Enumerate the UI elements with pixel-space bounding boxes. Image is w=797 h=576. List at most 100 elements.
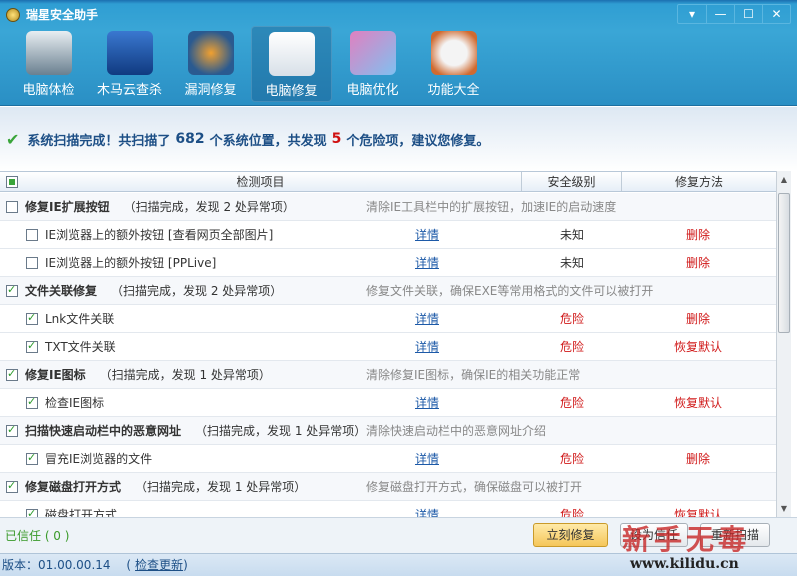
detail-link[interactable]: 详情 xyxy=(400,338,454,355)
disc-box-icon xyxy=(430,31,477,75)
app-logo-icon xyxy=(6,7,20,22)
tool-label: 电脑优化 xyxy=(346,83,399,98)
security-level: 未知 xyxy=(559,228,584,242)
tool-label: 功能大全 xyxy=(427,83,480,98)
row-checkbox[interactable] xyxy=(26,451,38,465)
shield-horse-icon xyxy=(106,31,153,75)
group-name: 修复IE图标 xyxy=(25,368,86,382)
tool-label: 漏洞修复 xyxy=(184,83,237,98)
tool-shield-horse[interactable]: 木马云查杀 xyxy=(89,26,170,102)
header: 瑞星安全助手 ▾ — ☐ ✕ 电脑体检 木马云查杀 漏洞修复 电脑修复 电脑优化 功能大全 xyxy=(0,0,797,106)
header-fix: 修复方法 xyxy=(674,175,723,189)
scroll-thumb[interactable] xyxy=(778,193,790,333)
group-desc: 清除IE工具栏中的扩展按钮，加速IE的启动速度 xyxy=(366,200,617,214)
item-name: 磁盘打开方式 xyxy=(45,508,118,517)
results-list: 修复IE扩展按钮 （扫描完成，发现 2 处异常项） 清除IE工具栏中的扩展按钮，加速… xyxy=(0,193,776,517)
monitor-wand-icon xyxy=(349,31,396,75)
fix-method: 删除 xyxy=(685,452,710,466)
group-row: 修复IE扩展按钮 （扫描完成，发现 2 处异常项） 清除IE工具栏中的扩展按钮，加速… xyxy=(0,193,776,221)
group-status: （扫描完成，发现 2 处异常项） xyxy=(111,284,283,298)
detail-link[interactable]: 详情 xyxy=(400,394,454,411)
item-name: Lnk文件关联 xyxy=(45,312,115,326)
group-desc: 清除快速启动栏中的恶意网址介绍 xyxy=(366,424,547,438)
security-level: 未知 xyxy=(559,256,584,270)
app-title: 瑞星安全助手 xyxy=(6,6,98,23)
security-level: 危险 xyxy=(559,508,584,517)
fix-method: 恢复默认 xyxy=(673,396,722,410)
group-status: （扫描完成，发现 2 处异常项） xyxy=(123,200,295,214)
select-all-checkbox[interactable] xyxy=(6,176,18,188)
tool-monitor-pulse[interactable]: 电脑体检 xyxy=(8,26,89,102)
detail-link[interactable]: 详情 xyxy=(400,506,454,517)
checklist-icon xyxy=(268,32,315,76)
item-name: IE浏览器上的额外按钮 [查看网页全部图片] xyxy=(45,228,274,242)
header-item: 检测项目 xyxy=(0,172,522,191)
item-row: IE浏览器上的额外按钮 [PPLive] 详情 未知 删除 xyxy=(0,249,776,277)
tool-monitor-wand[interactable]: 电脑优化 xyxy=(332,26,413,102)
row-checkbox[interactable] xyxy=(26,228,38,241)
scroll-down-icon[interactable]: ▼ xyxy=(777,504,791,513)
item-name: IE浏览器上的额外按钮 [PPLive] xyxy=(45,256,217,270)
group-row: 修复磁盘打开方式 （扫描完成，发现 1 处异常项） 修复磁盘打开方式，确保磁盘可以被… xyxy=(0,473,776,501)
group-name: 修复IE扩展按钮 xyxy=(25,200,110,214)
detail-link[interactable]: 详情 xyxy=(400,450,454,467)
fix-method: 恢复默认 xyxy=(673,340,722,354)
tool-checklist[interactable]: 电脑修复 xyxy=(251,26,332,102)
group-name: 修复磁盘打开方式 xyxy=(25,480,122,494)
row-checkbox[interactable] xyxy=(26,311,38,325)
row-checkbox[interactable] xyxy=(6,367,18,381)
row-checkbox[interactable] xyxy=(6,479,18,493)
group-name: 扫描快速启动栏中的恶意网址 xyxy=(25,424,182,438)
detail-link[interactable]: 详情 xyxy=(400,226,454,243)
security-level: 危险 xyxy=(559,312,584,326)
item-row: TXT文件关联 详情 危险 恢复默认 xyxy=(0,333,776,361)
check-update-link[interactable]: 检查更新 xyxy=(135,558,183,572)
row-checkbox[interactable] xyxy=(26,395,38,409)
tool-label: 木马云查杀 xyxy=(96,83,162,98)
scrollbar[interactable]: ▲ ▼ xyxy=(776,171,791,517)
fix-method: 删除 xyxy=(685,228,710,242)
row-checkbox[interactable] xyxy=(26,256,38,269)
item-row: 冒充IE浏览器的文件 详情 危险 删除 xyxy=(0,445,776,473)
windows-refresh-icon xyxy=(187,31,234,75)
group-desc: 修复磁盘打开方式，确保磁盘可以被打开 xyxy=(366,480,583,494)
group-status: （扫描完成，发现 1 处异常项） xyxy=(99,368,271,382)
fix-now-button[interactable]: 立刻修复 xyxy=(533,523,608,547)
group-row: 扫描快速启动栏中的恶意网址 （扫描完成，发现 1 处异常项）清除快速启动栏中的恶意… xyxy=(0,417,776,445)
close-button[interactable]: ✕ xyxy=(762,5,790,23)
row-checkbox[interactable] xyxy=(26,339,38,353)
tool-label: 电脑修复 xyxy=(265,84,318,99)
security-level: 危险 xyxy=(559,452,584,466)
group-status: （扫描完成，发现 1 处异常项） xyxy=(195,424,367,438)
row-checkbox[interactable] xyxy=(6,283,18,297)
item-name: TXT文件关联 xyxy=(45,340,116,354)
group-desc: 清除修复IE图标，确保IE的相关功能正常 xyxy=(366,368,581,382)
tool-windows-refresh[interactable]: 漏洞修复 xyxy=(170,26,251,102)
tool-disc-box[interactable]: 功能大全 xyxy=(413,26,494,102)
scan-summary: ✔ 系统扫描完成！共扫描了 682 个系统位置，共发现 5 个危险项，建议您修复… xyxy=(0,107,797,171)
trusted-count-link[interactable]: 已信任 ( 0 ) xyxy=(5,527,69,544)
maximize-button[interactable]: ☐ xyxy=(734,5,762,23)
main-toolbar: 电脑体检 木马云查杀 漏洞修复 电脑修复 电脑优化 功能大全 xyxy=(8,26,494,102)
group-row: 修复IE图标 （扫描完成，发现 1 处异常项） 清除修复IE图标，确保IE的相关功能… xyxy=(0,361,776,389)
item-row: Lnk文件关联 详情 危险 删除 xyxy=(0,305,776,333)
fix-method: 删除 xyxy=(685,256,710,270)
minimize-button[interactable]: — xyxy=(706,5,734,23)
fix-method: 恢复默认 xyxy=(673,508,722,517)
group-status: （扫描完成，发现 1 处异常项） xyxy=(135,480,307,494)
group-name: 文件关联修复 xyxy=(25,284,98,298)
menu-button[interactable]: ▾ xyxy=(678,5,706,23)
table-header: 检测项目 安全级别 修复方法 xyxy=(0,171,776,192)
item-name: 检查IE图标 xyxy=(45,396,105,410)
security-level: 危险 xyxy=(559,340,584,354)
row-checkbox[interactable] xyxy=(6,200,18,213)
group-row: 文件关联修复 （扫描完成，发现 2 处异常项） 修复文件关联，确保EXE等常用格式的… xyxy=(0,277,776,305)
scroll-up-icon[interactable]: ▲ xyxy=(777,175,791,184)
detail-link[interactable]: 详情 xyxy=(400,254,454,271)
window-controls: ▾ — ☐ ✕ xyxy=(677,4,791,24)
watermark-url: www.kilidu.cn xyxy=(630,556,739,572)
row-checkbox[interactable] xyxy=(26,507,38,517)
group-desc: 修复文件关联，确保EXE等常用格式的文件可以被打开 xyxy=(366,284,654,298)
row-checkbox[interactable] xyxy=(6,423,18,437)
detail-link[interactable]: 详情 xyxy=(400,310,454,327)
